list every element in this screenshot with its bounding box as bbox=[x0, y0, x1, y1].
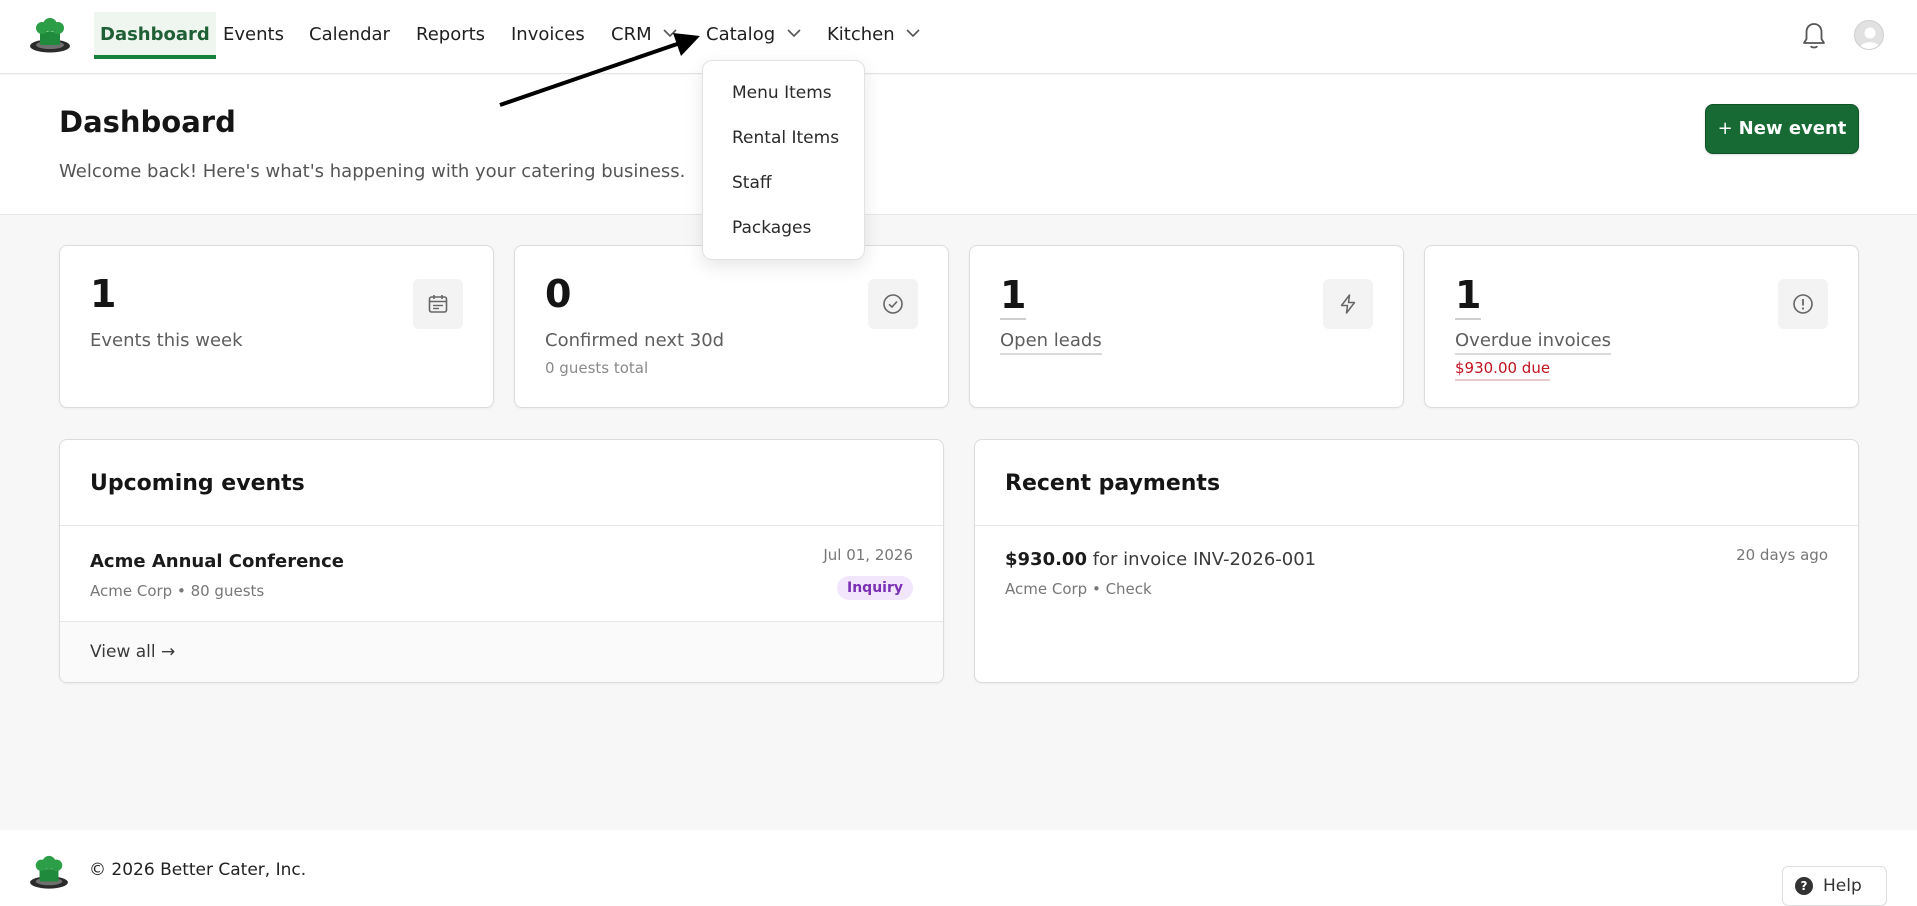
nav-catalog[interactable]: Catalog bbox=[706, 0, 801, 60]
page-header: Dashboard Welcome back! Here's what's ha… bbox=[0, 75, 1917, 215]
stat-label: Events this week bbox=[90, 330, 243, 351]
nav-kitchen[interactable]: Kitchen bbox=[827, 0, 920, 60]
event-name: Acme Annual Conference bbox=[90, 551, 344, 572]
menu-item-menu-items[interactable]: Menu Items bbox=[703, 73, 864, 118]
nav-calendar[interactable]: Calendar bbox=[309, 0, 390, 60]
catalog-dropdown-menu: Menu Items Rental Items Staff Packages bbox=[702, 60, 865, 260]
chef-hat-logo-icon bbox=[30, 855, 68, 889]
overdue-amount: $930.00 due bbox=[1455, 359, 1551, 381]
stat-label: Confirmed next 30d bbox=[545, 330, 725, 351]
plus-icon: + bbox=[1717, 118, 1733, 139]
menu-item-staff[interactable]: Staff bbox=[703, 163, 864, 208]
stat-value: 1 bbox=[90, 272, 117, 316]
stat-value: 0 bbox=[545, 272, 572, 316]
notifications-bell-icon[interactable] bbox=[1800, 21, 1828, 51]
user-icon bbox=[1859, 27, 1881, 49]
nav-reports[interactable]: Reports bbox=[416, 0, 485, 60]
payment-amount: $930.00 bbox=[1005, 549, 1087, 570]
menu-item-packages[interactable]: Packages bbox=[703, 208, 864, 253]
payment-time: 20 days ago bbox=[1736, 546, 1828, 564]
nav-dashboard[interactable]: Dashboard bbox=[94, 12, 216, 59]
nav-invoices[interactable]: Invoices bbox=[511, 0, 585, 60]
lightning-icon bbox=[1323, 279, 1373, 329]
new-event-label: New event bbox=[1738, 118, 1847, 139]
copyright-text: © 2026 Better Cater, Inc. bbox=[89, 860, 307, 880]
top-navigation: Dashboard Events Calendar Reports Invoic… bbox=[0, 0, 1917, 74]
page-subtitle: Welcome back! Here's what's happening wi… bbox=[59, 161, 686, 182]
payment-summary: $930.00 for invoice INV-2026-001 bbox=[1005, 549, 1316, 570]
panel-title: Upcoming events bbox=[60, 440, 943, 526]
alert-circle-icon bbox=[1778, 279, 1828, 329]
payment-description: for invoice INV-2026-001 bbox=[1086, 549, 1317, 570]
event-date: Jul 01, 2026 bbox=[823, 546, 913, 564]
help-button[interactable]: ? Help bbox=[1782, 866, 1887, 906]
page-title: Dashboard bbox=[59, 105, 236, 139]
new-event-button[interactable]: + New event bbox=[1705, 104, 1859, 154]
user-avatar[interactable] bbox=[1854, 20, 1884, 50]
event-meta: Acme Corp • 80 guests bbox=[90, 582, 265, 600]
nav-events[interactable]: Events bbox=[223, 0, 284, 60]
menu-item-rental-items[interactable]: Rental Items bbox=[703, 118, 864, 163]
stat-value: 1 bbox=[1455, 272, 1482, 320]
chevron-down-icon bbox=[663, 29, 677, 38]
help-icon: ? bbox=[1795, 877, 1813, 895]
stat-sub: 0 guests total bbox=[545, 359, 649, 377]
calendar-icon bbox=[413, 279, 463, 329]
chevron-down-icon bbox=[787, 29, 801, 38]
stat-value: 1 bbox=[1000, 272, 1027, 320]
stat-label: Overdue invoices bbox=[1455, 330, 1612, 355]
chef-hat-logo-icon[interactable] bbox=[28, 16, 72, 54]
stat-card-overdue-invoices[interactable]: 1 Overdue invoices $930.00 due bbox=[1424, 245, 1859, 408]
stat-card-open-leads[interactable]: 1 Open leads bbox=[969, 245, 1404, 408]
stat-card-confirmed-next-30d[interactable]: 0 Confirmed next 30d 0 guests total bbox=[514, 245, 949, 408]
nav-crm[interactable]: CRM bbox=[611, 0, 677, 60]
recent-payments-panel: Recent payments $930.00 for invoice INV-… bbox=[974, 439, 1859, 683]
check-circle-icon bbox=[868, 279, 918, 329]
status-badge: Inquiry bbox=[837, 576, 913, 600]
payment-meta: Acme Corp • Check bbox=[1005, 580, 1152, 598]
stat-label: Open leads bbox=[1000, 330, 1102, 355]
upcoming-events-panel: Upcoming events Acme Annual Conference A… bbox=[59, 439, 944, 683]
footer: © 2026 Better Cater, Inc. ? Help bbox=[0, 830, 1917, 906]
view-all-link[interactable]: View all → bbox=[60, 622, 943, 682]
chevron-down-icon bbox=[906, 29, 920, 38]
payment-row[interactable]: $930.00 for invoice INV-2026-001 Acme Co… bbox=[975, 526, 1858, 622]
help-label: Help bbox=[1823, 876, 1862, 896]
event-row[interactable]: Acme Annual Conference Acme Corp • 80 gu… bbox=[60, 526, 943, 622]
stat-card-events-this-week[interactable]: 1 Events this week bbox=[59, 245, 494, 408]
panel-title: Recent payments bbox=[975, 440, 1858, 526]
